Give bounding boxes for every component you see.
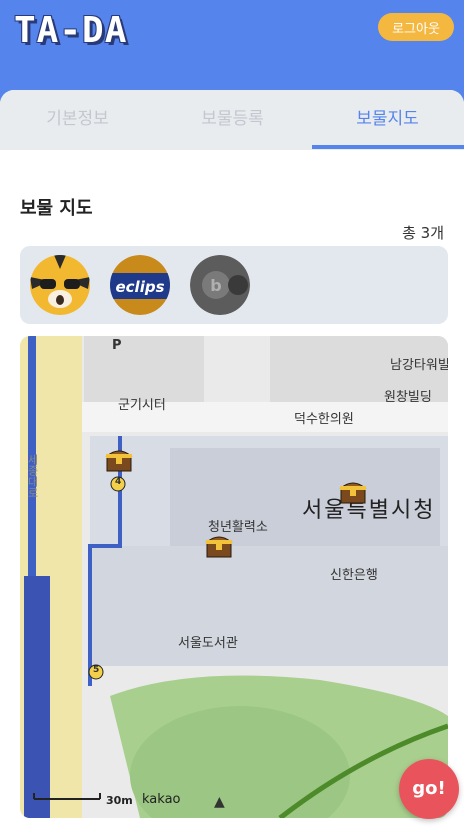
treasure-thumb-tiger[interactable] (30, 255, 90, 315)
map-label-shinhan: 신한은행 (330, 568, 378, 583)
treasure-chest-marker[interactable] (104, 444, 134, 474)
treasure-chest-marker[interactable] (338, 476, 368, 506)
svg-text:eclips: eclips (115, 278, 164, 296)
app-logo: TA-DA (14, 10, 128, 51)
map-marker-exit-5: 5 (93, 665, 100, 675)
map-label-deoksu: 덕수한의원 (294, 412, 354, 427)
logout-button[interactable]: 로그아웃 (378, 13, 454, 41)
map-label-namgang: 남강타워빌 (390, 358, 448, 373)
treasure-thumb-eclipse[interactable]: eclips (110, 255, 170, 315)
active-tab-indicator (312, 145, 464, 149)
map-marker-exit-4: 4 (115, 477, 122, 487)
svg-text:b: b (210, 276, 221, 295)
map-label-gungisiter: 군기시터 (118, 398, 166, 413)
map-label-wonchang: 원창빌딩 (384, 390, 432, 405)
section-title: 보물 지도 (20, 198, 93, 219)
treasure-count: 총 3개 (402, 224, 444, 242)
treasure-chest-marker[interactable] (204, 530, 234, 560)
map-label-library: 서울도서관 (178, 636, 238, 651)
app-header: TA-DA 로그아웃 (0, 0, 464, 92)
map-label-parking: P (112, 338, 122, 353)
tab-treasure-map[interactable]: 보물지도 (310, 90, 464, 150)
map-scale-label: 30m (106, 794, 133, 807)
treasure-thumb-beats[interactable]: b (190, 255, 250, 315)
go-button[interactable]: go! (399, 759, 459, 819)
treasure-thumbnail-list: eclips b (20, 246, 448, 324)
map-label-cityhall: 서울특별시청 (302, 498, 436, 523)
compass-icon: ▲ (214, 794, 225, 810)
content-card: 기본정보 보물등록 보물지도 보물 지도 총 3개 eclips b P 군기시… (0, 90, 464, 832)
treasure-map[interactable]: P 군기시터 덕수한의원 남강타워빌 원창빌딩 서울특별시청 청년활력소 신한은… (20, 336, 448, 818)
tab-bar: 기본정보 보물등록 보물지도 (0, 90, 464, 150)
map-provider-logo: kakao (142, 792, 181, 807)
tab-basic-info[interactable]: 기본정보 (0, 90, 155, 150)
map-label-road: 세종대로 (26, 454, 39, 498)
tab-treasure-register[interactable]: 보물등록 (155, 90, 310, 150)
